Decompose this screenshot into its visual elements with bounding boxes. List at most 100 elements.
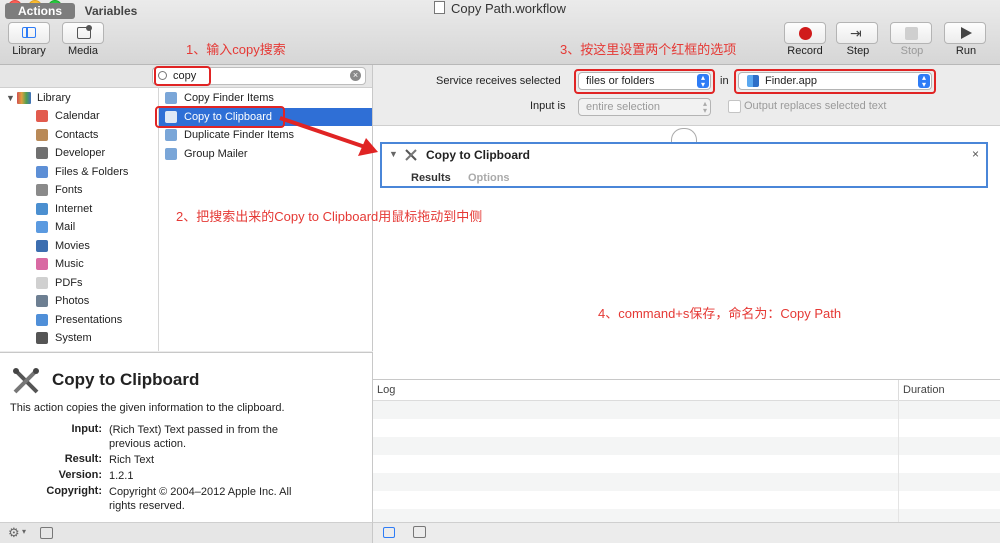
annotation-step3: 3、按这里设置两个红框的选项 [560,42,737,57]
category-icon [36,110,48,122]
record-button[interactable] [784,22,826,44]
action-icon [165,92,177,104]
collapse-triangle-icon[interactable]: ▼ [389,149,398,159]
library-item[interactable]: Internet [0,200,158,218]
category-icon [36,332,48,344]
popup-stepper-icon: ▴ ▾ [702,99,707,115]
stop-icon [905,27,918,40]
clipboard-tools-icon [404,148,418,162]
category-icon [36,258,48,270]
media-label: Media [68,45,98,57]
run-button[interactable] [944,22,986,44]
category-icon [36,202,48,215]
column-separator [898,380,899,400]
annotation-box-application [734,69,936,94]
tab-results[interactable]: Results [411,172,451,184]
step-icon: ⇥ [850,25,862,41]
list-view-icon[interactable] [383,527,395,538]
tab-actions[interactable]: Actions [5,3,75,19]
clear-search-icon[interactable]: × [350,70,361,81]
library-item[interactable]: PDFs [0,274,158,292]
library-item[interactable]: Movies [0,237,158,255]
partial-edge-text [990,288,1000,363]
library-item[interactable]: Contacts [0,126,158,144]
library-item-label: Fonts [55,184,83,196]
input-is-select[interactable]: entire selection ▴ ▾ [578,98,711,116]
version-label: Version: [58,469,102,481]
result-value: Rich Text [109,454,155,466]
library-item-label: Presentations [55,313,123,326]
action-card[interactable]: ▼ Copy to Clipboard × Results Options [380,142,988,188]
window-title-text: Copy Path.workflow [451,1,566,16]
window-title: Copy Path.workflow [0,1,1000,16]
record-label: Record [787,45,823,57]
library-item[interactable]: Presentations [0,311,158,329]
log-table: Log Duration [373,379,1000,527]
gear-icon[interactable]: ⚙ [8,525,20,541]
stop-button[interactable] [890,22,932,44]
split-view-icon[interactable] [413,526,426,538]
category-icon [36,239,48,252]
log-header: Log Duration [373,380,1000,401]
library-item[interactable]: Photos [0,292,158,310]
library-toggle-button[interactable] [8,22,50,44]
library-root-row[interactable]: ▼ Library [0,89,158,107]
annotation-step1: 1、输入copy搜索 [186,42,286,57]
output-replaces-checkbox[interactable] [728,100,741,113]
log-row [373,419,1000,437]
step-button[interactable]: ⇥ [836,22,878,44]
library-icon [17,92,31,104]
duration-column-header[interactable]: Duration [903,384,945,396]
chevron-down-icon[interactable]: ▾ [22,527,26,536]
library-item-label: Files & Folders [55,165,129,178]
record-icon [799,27,812,40]
library-item[interactable]: Calendar [0,107,158,125]
library-item-label: System [55,332,92,344]
library-item[interactable]: Music [0,255,158,273]
search-result-label: Copy Finder Items [184,92,274,104]
sidebar-icon-divider [26,27,28,38]
category-icon [36,128,48,141]
library-item[interactable]: Developer [0,144,158,162]
step-label: Step [846,45,870,57]
category-icon [36,313,48,326]
tab-options[interactable]: Options [468,172,510,184]
library-item[interactable]: Fonts [0,181,158,199]
library-item-label: Contacts [55,128,99,141]
annotation-step4: 4、command+s保存，命名为：Copy Path [598,306,842,321]
library-item[interactable]: System [0,329,158,347]
search-result-label: Group Mailer [184,147,248,160]
library-root-label: Library [37,92,71,104]
close-icon[interactable]: × [972,147,979,161]
library-item[interactable]: Files & Folders [0,163,158,181]
category-icon [36,295,48,307]
copyright-value: Copyright © 2004–2012 Apple Inc. All rig… [109,486,292,512]
description-toggle-icon[interactable] [40,527,53,539]
disclosure-triangle-icon[interactable]: ▼ [6,89,15,107]
library-item-label: Mail [55,221,76,233]
log-column-header[interactable]: Log [377,384,395,396]
service-receives-label: Service receives selected [436,75,561,87]
media-button[interactable] [62,22,104,44]
annotation-box-input-type [574,69,715,94]
category-icon [36,276,48,289]
description-summary: This action copies the given information… [10,402,285,414]
category-icon [36,147,48,159]
tab-variables[interactable]: Variables [79,3,143,19]
category-icon [36,184,48,196]
copyright-label: Copyright: [46,485,102,497]
log-row [373,437,1000,455]
annotation-step2: 2、把搜索出来的Copy to Clipboard用鼠标拖动到中侧 [176,209,483,224]
annotation-box-search [154,66,211,86]
library-label: Library [12,45,46,57]
action-icon [165,129,177,141]
column-separator [898,400,899,522]
media-icon-note [86,25,92,31]
left-bottom-bar: ⚙ ▾ [0,522,373,543]
log-row [373,455,1000,473]
right-bottom-bar [373,522,1000,543]
action-icon [165,147,177,160]
run-label: Run [955,45,977,57]
search-result-item[interactable]: Copy Finder Items [159,89,372,107]
library-item[interactable]: Mail [0,218,158,236]
